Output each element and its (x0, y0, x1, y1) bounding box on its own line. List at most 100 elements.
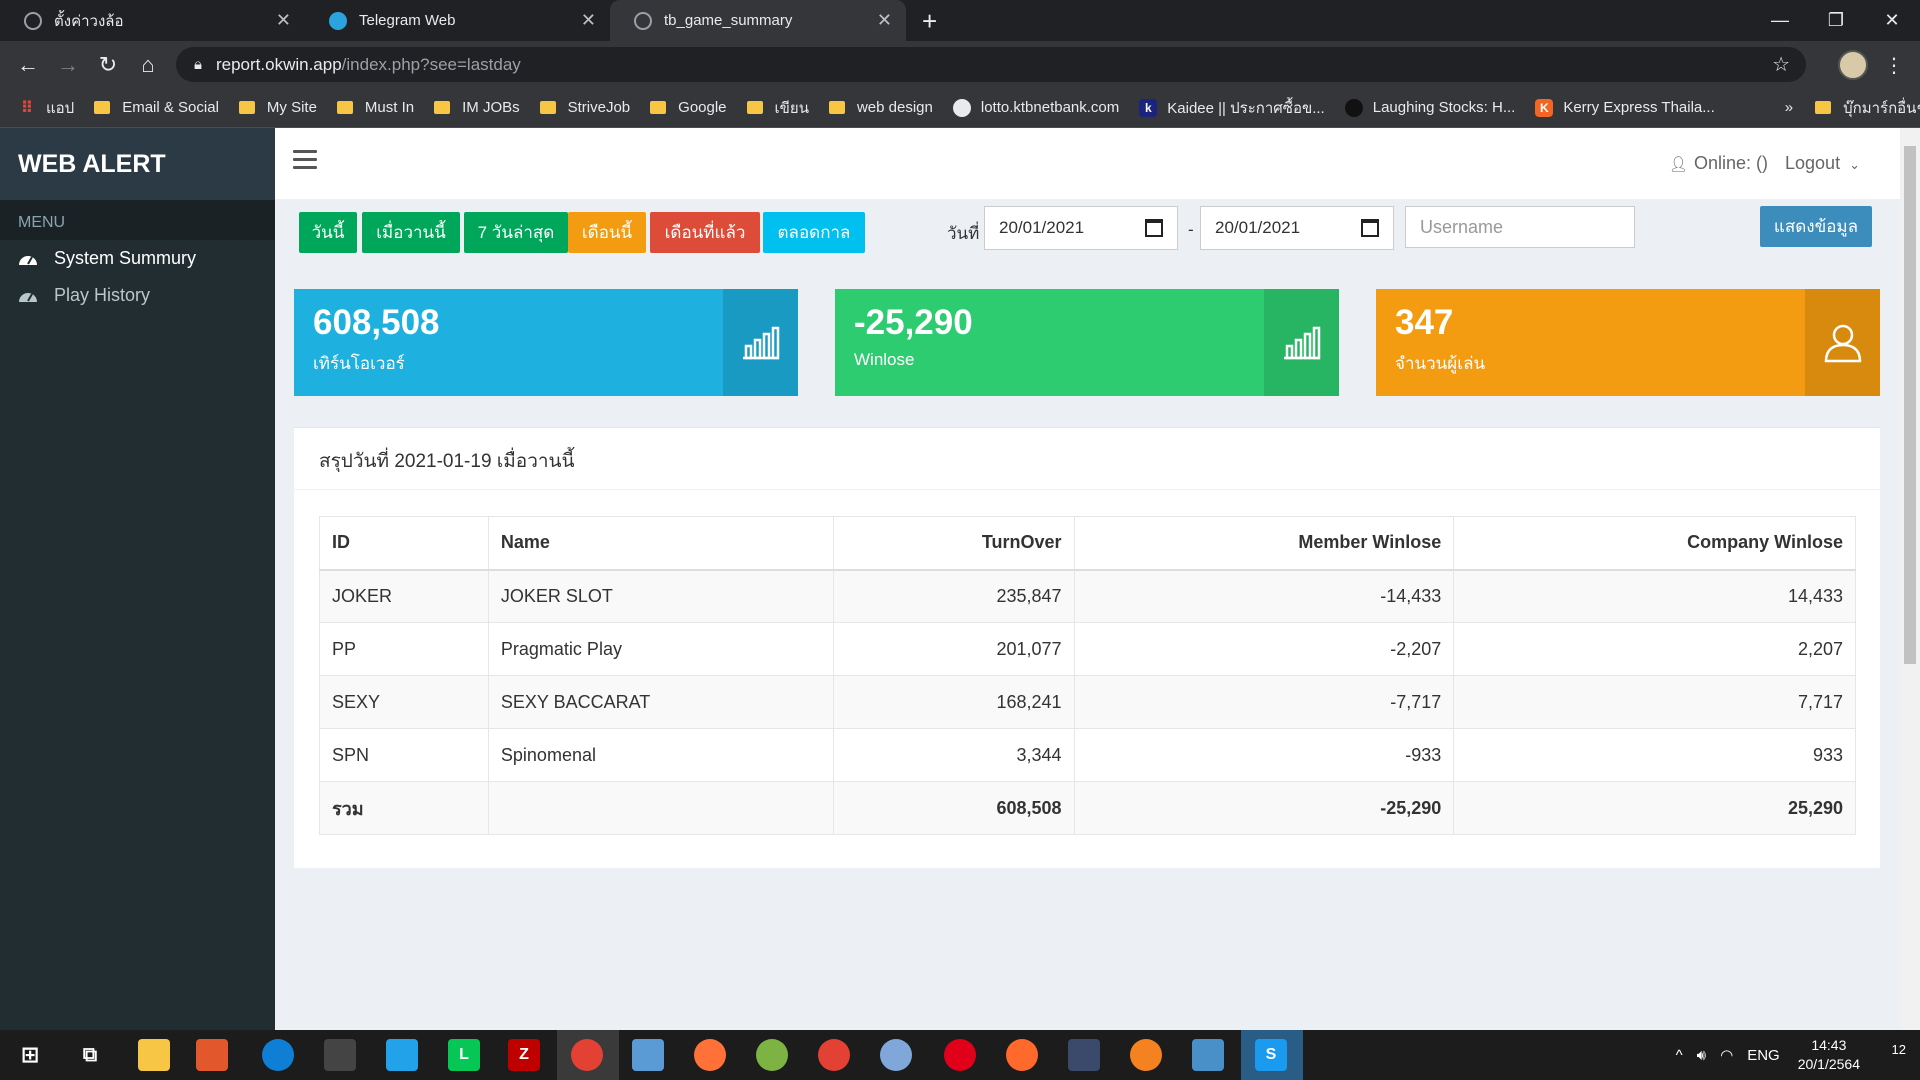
app-icon[interactable] (1130, 1039, 1162, 1071)
app-logo[interactable]: WEB ALERT (0, 128, 275, 200)
filter-this-month-button[interactable]: เดือนนี้ (568, 212, 646, 253)
store-icon[interactable] (324, 1039, 356, 1071)
bookmark-folder[interactable]: เขียน (746, 96, 809, 120)
filezilla-icon[interactable]: Z (508, 1039, 540, 1071)
notification-icon[interactable]: 12 (1892, 1042, 1906, 1057)
app-icon[interactable] (1068, 1039, 1100, 1071)
bookmarks-more[interactable]: » (1785, 99, 1793, 116)
date-from-input[interactable]: 20/01/2021 (984, 206, 1178, 250)
calendar-icon[interactable] (1361, 219, 1379, 237)
file-explorer-icon[interactable] (138, 1039, 170, 1071)
cell-name: SEXY BACCARAT (487, 675, 834, 729)
app-icon[interactable] (632, 1039, 664, 1071)
menu-dots-icon[interactable]: ⋮ (1878, 49, 1910, 81)
network-icon[interactable]: ◠ (1720, 1046, 1733, 1064)
bookmark-label: Email & Social (122, 99, 219, 116)
page-scrollbar[interactable] (1900, 128, 1920, 1030)
tab-wheel-settings[interactable]: ตั้งค่าวงล้อ ✕ (0, 0, 305, 41)
bookmark-link[interactable]: K Kerry Express Thaila... (1535, 98, 1715, 117)
kerry-icon: K (1535, 98, 1554, 117)
bookmark-folder[interactable]: IM JOBs (434, 99, 520, 116)
date-to-value: 20/01/2021 (1215, 218, 1301, 237)
bookmark-folder[interactable]: Google (650, 99, 727, 116)
filter-last-month-button[interactable]: เดือนที่แล้ว (650, 212, 760, 253)
line-icon[interactable]: L (448, 1039, 480, 1071)
globe-icon (24, 11, 42, 30)
new-tab-icon[interactable]: + (922, 6, 937, 37)
bookmark-link[interactable]: lotto.ktbnetbank.com (952, 98, 1119, 117)
close-icon[interactable]: ✕ (877, 10, 892, 31)
home-icon[interactable]: ⌂ (132, 49, 164, 81)
bookmark-apps[interactable]: ⠿ แอป (18, 96, 74, 120)
bookmark-label: แอป (46, 99, 75, 117)
skype-icon[interactable]: S (1255, 1039, 1287, 1071)
opera-icon[interactable] (944, 1039, 976, 1071)
notification-count: 12 (1891, 1042, 1906, 1057)
filter-7days-button[interactable]: 7 วันล่าสุด (464, 212, 568, 253)
vscode-icon[interactable] (386, 1039, 418, 1071)
col-header-company-winlose[interactable]: Company Winlose (1453, 516, 1856, 571)
calculator-icon[interactable] (1192, 1039, 1224, 1071)
bookmark-folder[interactable]: Email & Social (94, 99, 219, 116)
system-tray: ^ 🔊︎ ◠ ENG 14:43 20/1/2564 (1676, 1030, 1860, 1080)
app-icon[interactable] (1006, 1039, 1038, 1071)
bookmarks-bar: ⠿ แอป Email & Social My Site Must In IM … (0, 88, 1920, 128)
filter-all-time-button[interactable]: ตลอดกาล (763, 212, 865, 253)
laughing-stocks-icon (1344, 98, 1363, 117)
minimize-icon[interactable]: — (1752, 0, 1808, 41)
hamburger-icon[interactable] (293, 150, 317, 170)
scrollbar-thumb[interactable] (1904, 146, 1916, 664)
col-header-name[interactable]: Name (487, 516, 834, 571)
col-header-id[interactable]: ID (319, 516, 489, 571)
clock[interactable]: 14:43 20/1/2564 (1798, 1036, 1860, 1074)
restore-icon[interactable]: ❐ (1808, 0, 1864, 41)
username-input[interactable]: Username (1405, 206, 1635, 248)
col-header-turnover[interactable]: TurnOver (832, 516, 1075, 571)
date-to-input[interactable]: 20/01/2021 (1200, 206, 1394, 250)
sidebar-item-system-summary[interactable]: System Summury (0, 240, 275, 277)
forward-icon[interactable]: → (52, 49, 84, 81)
filter-today-button[interactable]: วันนี้ (299, 212, 357, 253)
language-indicator[interactable]: ENG (1747, 1047, 1780, 1064)
reload-icon[interactable]: ↻ (92, 49, 124, 81)
tab-telegram[interactable]: Telegram Web ✕ (305, 0, 610, 41)
sidebar-item-play-history[interactable]: Play History (0, 277, 275, 314)
star-icon[interactable]: ☆ (1772, 52, 1790, 77)
bookmark-folder[interactable]: web design (828, 99, 933, 116)
url-host: report.okwin.app (215, 54, 342, 74)
window-close-icon[interactable]: ✕ (1864, 0, 1920, 41)
bookmark-folder[interactable]: My Site (238, 99, 317, 116)
chrome-icon[interactable] (571, 1039, 603, 1071)
bookmark-other[interactable]: บุ๊กมาร์กอื่นๆ (1815, 96, 1920, 120)
cell-name: JOKER SLOT (487, 569, 834, 623)
filter-yesterday-button[interactable]: เมื่อวานนี้ (362, 212, 460, 253)
edge-icon[interactable] (262, 1039, 294, 1071)
volume-icon[interactable]: 🔊︎ (1697, 1047, 1706, 1064)
bookmark-link[interactable]: k Kaidee || ประกาศซื้อข... (1139, 96, 1325, 120)
logout-dropdown[interactable]: Logout ⌄ (1785, 153, 1860, 174)
cell-id: JOKER (319, 569, 489, 623)
calendar-icon[interactable] (1145, 219, 1163, 237)
avatar[interactable] (1838, 50, 1868, 80)
bookmark-folder[interactable]: StriveJob (539, 99, 630, 116)
close-icon[interactable]: ✕ (581, 10, 596, 31)
close-icon[interactable]: ✕ (276, 10, 291, 31)
paint-icon[interactable] (880, 1039, 912, 1071)
app-icon[interactable] (756, 1039, 788, 1071)
media-player-icon[interactable] (196, 1039, 228, 1071)
firefox-icon[interactable] (694, 1039, 726, 1071)
windows-start-icon[interactable]: ⊞ (14, 1039, 46, 1071)
task-view-icon[interactable]: ⧉ (74, 1039, 106, 1071)
tab-game-summary[interactable]: tb_game_summary ✕ (610, 0, 906, 41)
chevron-up-icon[interactable]: ^ (1676, 1047, 1683, 1064)
chrome-profile-icon[interactable] (818, 1039, 850, 1071)
tab-label: Telegram Web (359, 12, 456, 29)
show-data-button[interactable]: แสดงข้อมูล (1760, 206, 1872, 247)
col-header-member-winlose[interactable]: Member Winlose (1073, 516, 1455, 571)
browser-tab-bar: ตั้งค่าวงล้อ ✕ Telegram Web ✕ tb_game_su… (0, 0, 1920, 41)
address-bar[interactable]: 🔒︎ report.okwin.app/index.php?see=lastda… (176, 47, 1806, 82)
table-row: SPN Spinomenal 3,344 -933 933 (319, 728, 1856, 782)
bookmark-link[interactable]: Laughing Stocks: H... (1344, 98, 1515, 117)
back-icon[interactable]: ← (12, 49, 44, 81)
bookmark-folder[interactable]: Must In (336, 99, 414, 116)
